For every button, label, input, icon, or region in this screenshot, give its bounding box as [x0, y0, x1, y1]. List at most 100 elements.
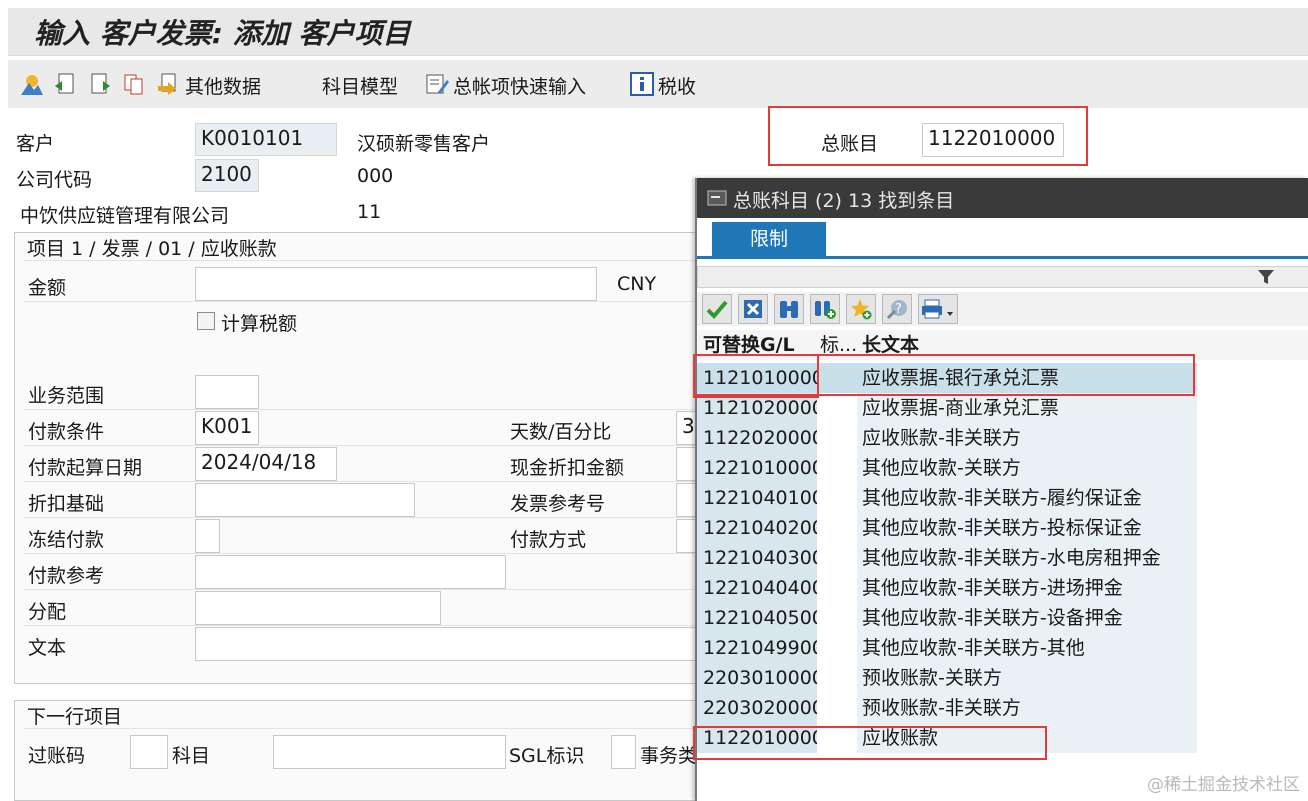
- flag-cell[interactable]: [817, 423, 857, 453]
- last-row-highlight: [693, 726, 1047, 760]
- table-row[interactable]: 1221040100 其他应收款-非关联方-履约保证金: [697, 483, 1197, 513]
- copy-doc-icon[interactable]: [122, 72, 146, 96]
- flag-cell[interactable]: [817, 513, 857, 543]
- account-model-button[interactable]: 科目模型: [322, 72, 398, 99]
- table-row[interactable]: 2203020000 预收账款-非关联方: [697, 693, 1197, 723]
- assignment-field[interactable]: [195, 591, 441, 625]
- other-data-button[interactable]: 其他数据: [185, 72, 261, 99]
- text-label: 文本: [28, 637, 67, 659]
- tax-button[interactable]: 税收: [658, 72, 696, 99]
- back-doc-icon[interactable]: [53, 72, 77, 96]
- gl-account-cell[interactable]: 1221040300: [697, 543, 824, 573]
- filter-bar: [697, 266, 1308, 288]
- divider: [24, 589, 704, 590]
- popup-menu-icon[interactable]: [707, 188, 727, 208]
- table-row[interactable]: 1221040200 其他应收款-非关联方-投标保证金: [697, 513, 1197, 543]
- table-row[interactable]: 1221040400 其他应收款-非关联方-进场押金: [697, 573, 1197, 603]
- table-row[interactable]: 1122020000 应收账款-非关联方: [697, 423, 1197, 453]
- mountain-icon[interactable]: [20, 72, 44, 96]
- text-field[interactable]: [195, 627, 714, 661]
- gl-account-cell[interactable]: 1221040200: [697, 513, 824, 543]
- gl-account-cell[interactable]: 1221040100: [697, 483, 824, 513]
- baseline-date-field[interactable]: 2024/04/18: [195, 447, 337, 481]
- close-icon[interactable]: [738, 294, 768, 324]
- long-text-cell[interactable]: 其他应收款-关联方: [857, 453, 1197, 483]
- table-row[interactable]: 1221040500 其他应收款-非关联方-设备押金: [697, 603, 1197, 633]
- company-code-field[interactable]: 2100: [195, 159, 259, 192]
- tabstrip-line: [697, 256, 1308, 259]
- customer-name: 汉硕新零售客户: [357, 133, 491, 155]
- sgl-label: SGL标识: [509, 745, 585, 767]
- first-account-highlight: [693, 354, 819, 398]
- divider: [24, 301, 704, 302]
- payment-terms-field[interactable]: K001: [195, 411, 259, 445]
- flag-cell[interactable]: [817, 693, 857, 723]
- other-data-icon[interactable]: [156, 72, 180, 96]
- discount-base-field[interactable]: [195, 483, 415, 517]
- gl-account-cell[interactable]: 1221040500: [697, 603, 824, 633]
- svg-text:?: ?: [895, 302, 902, 317]
- flag-cell[interactable]: [817, 663, 857, 693]
- divider: [24, 517, 704, 518]
- filter-icon[interactable]: [1257, 268, 1275, 286]
- flag-cell[interactable]: [817, 393, 857, 423]
- long-text-cell[interactable]: 预收账款-非关联方: [857, 693, 1197, 723]
- gl-fast-entry-icon[interactable]: [425, 72, 449, 96]
- gl-account-cell[interactable]: 2203010000: [697, 663, 824, 693]
- divider: [24, 481, 704, 482]
- divider: [24, 728, 704, 729]
- gl-account-cell[interactable]: 1122020000: [697, 423, 824, 453]
- forward-doc-icon[interactable]: [88, 72, 112, 96]
- payment-ref-field[interactable]: [195, 555, 506, 589]
- table-row[interactable]: 1221040300 其他应收款-非关联方-水电房租押金: [697, 543, 1197, 573]
- next-item-title: 下一行项目: [27, 706, 123, 728]
- amount-field[interactable]: [195, 267, 597, 301]
- long-text-cell[interactable]: 应收账款-非关联方: [857, 423, 1197, 453]
- customer-field[interactable]: K0010101: [195, 123, 337, 156]
- flag-cell[interactable]: [817, 603, 857, 633]
- posting-key-field[interactable]: [130, 735, 168, 769]
- table-row[interactable]: 1221049900 其他应收款-非关联方-其他: [697, 633, 1197, 663]
- table-row[interactable]: 1221010000 其他应收款-关联方: [697, 453, 1197, 483]
- flag-cell[interactable]: [817, 453, 857, 483]
- long-text-cell[interactable]: 其他应收款-非关联方-设备押金: [857, 603, 1197, 633]
- flag-cell[interactable]: [817, 573, 857, 603]
- result-grid: 1121010000 应收票据-银行承兑汇票 1121020000 应收票据-商业承兑…: [697, 363, 1308, 763]
- payment-method-label: 付款方式: [510, 529, 587, 551]
- assignment-label: 分配: [28, 601, 67, 623]
- calc-tax-checkbox[interactable]: [197, 312, 215, 330]
- print-icon[interactable]: [918, 294, 958, 324]
- gl-account-cell[interactable]: 1221049900: [697, 633, 824, 663]
- help-icon[interactable]: ?: [882, 294, 912, 324]
- binoculars-icon[interactable]: [774, 294, 804, 324]
- table-row[interactable]: 2203010000 预收账款-关联方: [697, 663, 1197, 693]
- gl-account-label: 总账目: [821, 133, 879, 155]
- favorite-add-icon[interactable]: [846, 294, 876, 324]
- gl-account-field[interactable]: 1122010000: [922, 123, 1064, 157]
- account-field[interactable]: [273, 735, 506, 769]
- gl-account-cell[interactable]: 1221010000: [697, 453, 824, 483]
- long-text-cell[interactable]: 其他应收款-非关联方-水电房租押金: [857, 543, 1197, 573]
- flag-cell[interactable]: [817, 483, 857, 513]
- flag-cell[interactable]: [817, 543, 857, 573]
- gl-account-cell[interactable]: 1221040400: [697, 573, 824, 603]
- long-text-cell[interactable]: 其他应收款-非关联方-履约保证金: [857, 483, 1197, 513]
- long-text-cell[interactable]: 应收票据-商业承兑汇票: [857, 393, 1197, 423]
- flag-cell[interactable]: [817, 633, 857, 663]
- long-text-cell[interactable]: 其他应收款-非关联方-进场押金: [857, 573, 1197, 603]
- sgl-field[interactable]: [611, 735, 636, 769]
- check-icon[interactable]: [702, 294, 732, 324]
- gl-fast-entry-button[interactable]: 总帐项快速输入: [453, 72, 586, 99]
- long-text-cell[interactable]: 其他应收款-非关联方-其他: [857, 633, 1197, 663]
- currency: CNY: [617, 273, 657, 295]
- business-area-field[interactable]: [195, 375, 259, 409]
- payment-block-field[interactable]: [195, 519, 220, 553]
- tab-restrictions[interactable]: 限制: [712, 222, 826, 256]
- info-icon[interactable]: [630, 72, 654, 96]
- days-pct-label: 天数/百分比: [510, 421, 612, 443]
- gl-account-cell[interactable]: 2203020000: [697, 693, 824, 723]
- long-text-cell[interactable]: 其他应收款-非关联方-投标保证金: [857, 513, 1197, 543]
- long-text-cell[interactable]: 预收账款-关联方: [857, 663, 1197, 693]
- binoculars-plus-icon[interactable]: [810, 294, 840, 324]
- company-name: 中饮供应链管理有限公司: [20, 205, 230, 227]
